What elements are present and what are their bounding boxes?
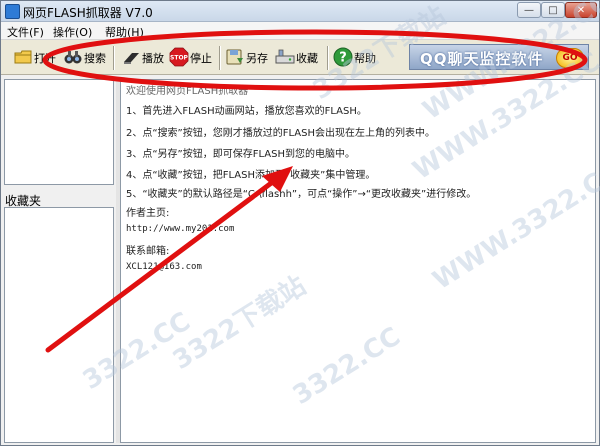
- search-button[interactable]: 搜索: [63, 46, 109, 68]
- favorite-button[interactable]: 收藏: [275, 46, 323, 68]
- close-icon: ✕: [576, 5, 586, 16]
- toolbar-separator: [113, 46, 115, 70]
- save-as-label: 另存: [246, 52, 268, 65]
- maximize-button[interactable]: □: [541, 2, 565, 18]
- play-icon: [124, 53, 139, 64]
- menu-bar: 文件(F) 操作(O) 帮助(H): [1, 22, 599, 40]
- homepage-label: 作者主页:: [126, 208, 170, 219]
- title-bar[interactable]: 网页FLASH抓取器 V7.0 — □ ✕: [1, 1, 599, 22]
- instruction-line: 3、点“另存”按钮，即可保存FLASH到您的电脑中。: [126, 149, 355, 160]
- binoculars-icon: [64, 51, 82, 64]
- instruction-line: 5、“收藏夹”的默认路径是“C:\flashh”，可点“操作”→“更改收藏夹”进…: [126, 189, 477, 200]
- instruction-line: 1、首先进入FLASH动画网站，播放您喜欢的FLASH。: [126, 106, 367, 117]
- window-title: 网页FLASH抓取器 V7.0: [23, 6, 153, 20]
- email-label: 联系邮箱:: [126, 246, 170, 257]
- minimize-icon: —: [524, 5, 534, 16]
- minimize-button[interactable]: —: [517, 2, 541, 18]
- help-icon: ?: [333, 47, 353, 67]
- go-badge[interactable]: GO: [556, 48, 584, 68]
- toolbar-separator: [327, 46, 329, 70]
- favorite-label: 收藏: [296, 52, 318, 65]
- help-button[interactable]: ? 帮助: [333, 46, 379, 68]
- play-label: 播放: [142, 52, 164, 65]
- homepage-link[interactable]: http://www.my201.com: [126, 224, 234, 234]
- banner-text: QQ聊天监控软件: [420, 50, 544, 68]
- favorites-panel[interactable]: [4, 207, 114, 443]
- toolbar-separator: [219, 46, 221, 70]
- stop-button[interactable]: STOP 停止: [169, 46, 215, 68]
- search-label: 搜索: [84, 52, 106, 65]
- app-icon: [5, 4, 20, 19]
- help-label: 帮助: [354, 52, 376, 65]
- maximize-icon: □: [548, 5, 558, 16]
- svg-text:?: ?: [339, 51, 347, 66]
- menu-help[interactable]: 帮助(H): [105, 24, 144, 40]
- svg-text:STOP: STOP: [170, 55, 189, 62]
- open-label: 打开: [34, 52, 56, 65]
- stop-label: 停止: [190, 52, 212, 65]
- save-icon: [226, 49, 243, 65]
- play-button[interactable]: 播放: [121, 46, 165, 68]
- folder-icon: [14, 50, 32, 64]
- open-button[interactable]: 打开: [13, 46, 57, 68]
- save-as-button[interactable]: 另存: [225, 46, 271, 68]
- instruction-line: 4、点“收藏”按钮，把FLASH添加到“收藏夹”集中管理。: [126, 170, 376, 181]
- stop-sign-icon: STOP: [169, 47, 189, 67]
- email-link[interactable]: XCL121@163.com: [126, 262, 202, 272]
- menu-operation[interactable]: 操作(O): [53, 24, 92, 40]
- close-button[interactable]: ✕: [565, 2, 597, 18]
- flash-list-panel[interactable]: [4, 79, 114, 185]
- qq-monitor-ad-banner[interactable]: QQ聊天监控软件 GO: [409, 44, 589, 70]
- instruction-line: 欢迎使用网页FLASH抓取器: [126, 86, 249, 97]
- instructions-panel: 欢迎使用网页FLASH抓取器 1、首先进入FLASH动画网站，播放您喜欢的FLA…: [120, 79, 596, 443]
- drive-icon: [275, 49, 295, 64]
- menu-file[interactable]: 文件(F): [7, 24, 44, 40]
- instruction-line: 2、点“搜索”按钮，您刚才播放过的FLASH会出现在左上角的列表中。: [126, 128, 435, 139]
- app-window: 网页FLASH抓取器 V7.0 — □ ✕ 文件(F) 操作(O) 帮助(H) …: [0, 0, 600, 446]
